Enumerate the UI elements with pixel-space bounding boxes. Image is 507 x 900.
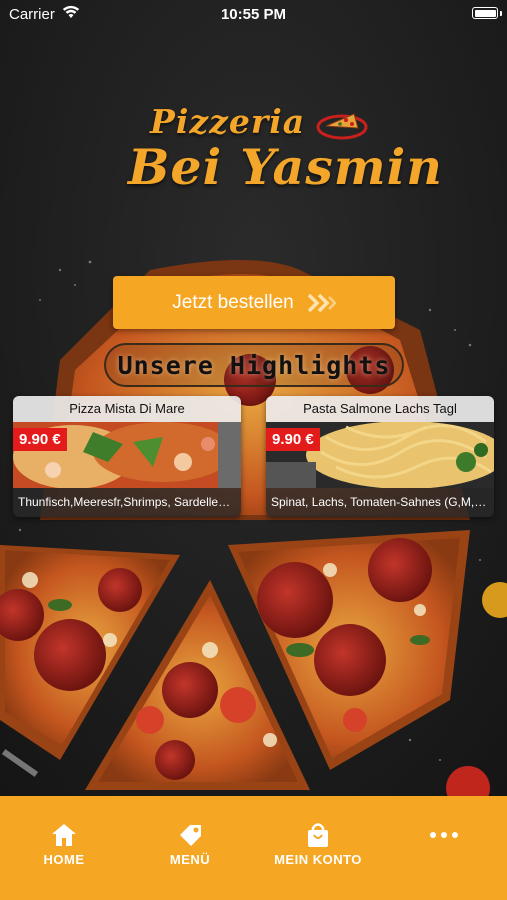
tab-more[interactable] — [412, 820, 476, 876]
tab-account[interactable]: MEIN KONTO — [268, 820, 368, 876]
home-icon — [28, 820, 100, 850]
product-card[interactable]: Pizza Mista Di Mare 9.90 € Thunfisch,Mee… — [13, 396, 241, 517]
product-card[interactable]: Pasta Salmone Lachs Tagl 9.90 € Spinat, … — [266, 396, 494, 517]
price-badge: 9.90 € — [13, 428, 67, 451]
battery-tip — [500, 11, 502, 16]
status-time: 10:55 PM — [220, 6, 287, 23]
double-chevron-right-icon — [306, 293, 336, 313]
tab-menu[interactable]: MENÜ — [154, 820, 226, 876]
tab-home[interactable]: HOME — [28, 820, 100, 876]
highlights-title: Unsere Highlights — [117, 350, 391, 380]
product-description: Thunfisch,Meeresfr,Shrimps, Sardellen (.… — [13, 488, 241, 517]
order-now-button[interactable]: Jetzt bestellen — [113, 276, 395, 329]
order-now-label: Jetzt bestellen — [172, 291, 294, 313]
tab-home-label: HOME — [43, 852, 85, 867]
product-title: Pasta Salmone Lachs Tagl — [266, 396, 494, 422]
price-badge: 9.90 € — [266, 428, 320, 451]
restaurant-logo: Pizzeria Bei Yasmin — [0, 96, 507, 246]
highlights-heading: Unsere Highlights — [104, 343, 404, 387]
tab-account-label: MEIN KONTO — [274, 852, 362, 867]
tag-icon — [154, 820, 226, 850]
tab-menu-label: MENÜ — [169, 852, 211, 867]
more-dots-icon — [412, 820, 476, 850]
shopping-bag-icon — [268, 820, 368, 850]
bottom-tab-bar: HOME MENÜ MEIN KONTO — [0, 796, 507, 900]
logo-line-1: Pizzeria — [150, 102, 306, 141]
battery-icon — [472, 7, 498, 19]
status-bar: Carrier 10:55 PM — [0, 0, 507, 30]
product-title: Pizza Mista Di Mare — [13, 396, 241, 422]
product-description: Spinat, Lachs, Tomaten-Sahnes (G,M,E,F) — [266, 488, 494, 517]
logo-line-2: Bei Yasmin — [128, 138, 443, 196]
